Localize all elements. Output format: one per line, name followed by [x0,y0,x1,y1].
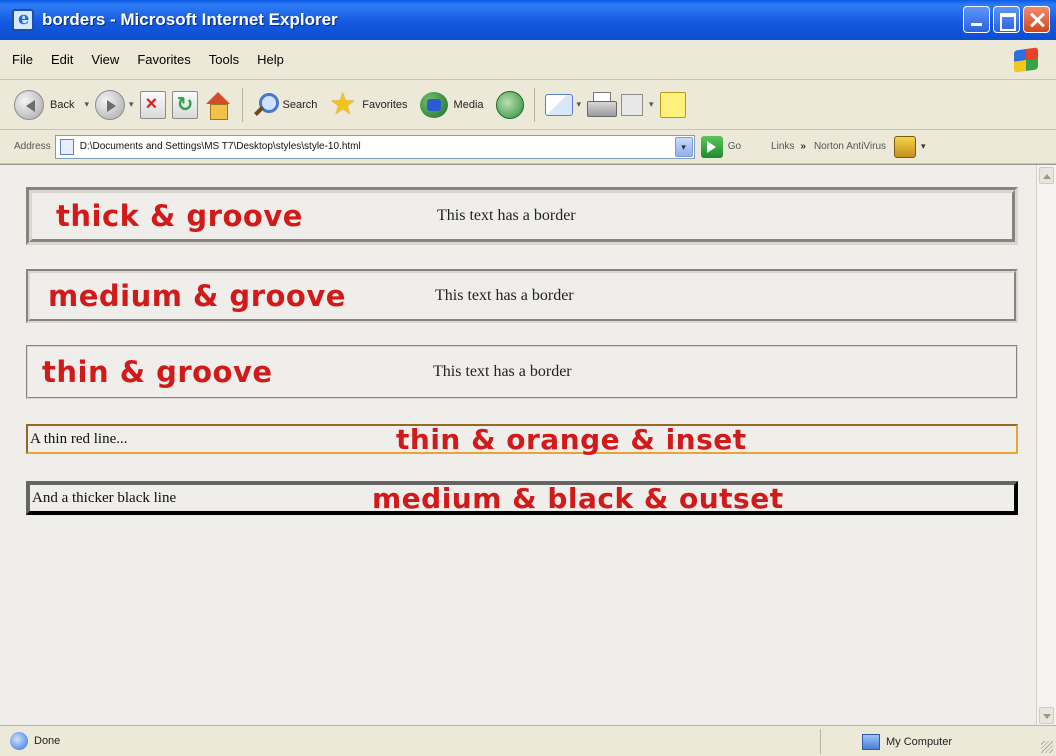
stop-icon[interactable] [139,90,166,119]
back-dropdown-icon[interactable]: ▾ [84,99,89,110]
standard-toolbar: Back ▾ ▾ Search ★ Favorites Media ▾ [0,80,1056,130]
black-outset-line: And a thicker black line medium & black … [26,481,1018,515]
media-label: Media [453,98,484,111]
box-heading: thin & groove [42,355,273,389]
menu-edit[interactable]: Edit [42,52,82,67]
status-divider [820,729,821,754]
history-icon[interactable] [495,90,524,119]
box-note: This text has a border [435,287,574,304]
line-heading: medium & black & outset [372,482,784,515]
edit-dropdown-icon[interactable]: ▾ [649,99,654,110]
window-controls [963,6,1050,33]
address-input[interactable]: D:\Documents and Settings\MS T7\Desktop\… [54,134,695,159]
line-text: A thin red line... [30,430,128,447]
favorites-label: Favorites [362,98,408,111]
search-button[interactable]: Search [253,92,324,117]
print-icon[interactable] [587,91,618,118]
links-chevron-icon[interactable]: » [800,141,806,152]
media-button[interactable]: Media [419,91,490,118]
line-heading: thin & orange & inset [396,423,747,456]
vertical-scrollbar[interactable] [1036,165,1056,726]
page-viewport: thick & groove This text has a border me… [0,164,1056,726]
maximize-button[interactable] [993,6,1020,33]
ie-window: borders - Microsoft Internet Explorer Fi… [0,0,1056,756]
title-bar[interactable]: borders - Microsoft Internet Explorer [0,0,1056,40]
status-bar: Done My Computer [0,725,1056,756]
thick-groove-box: thick & groove This text has a border [26,187,1018,245]
search-label: Search [282,98,318,111]
menu-view[interactable]: View [82,52,128,67]
minimize-button[interactable] [963,6,990,33]
toolbar-separator [533,87,535,122]
scroll-up-icon[interactable] [1039,167,1054,184]
thin-groove-box: thin & groove This text has a border [26,345,1018,399]
address-dropdown-icon[interactable]: ▾ [674,136,693,157]
norton-antivirus-label[interactable]: Norton AntiVirus [814,141,886,152]
address-url: D:\Documents and Settings\MS T7\Desktop\… [79,141,361,152]
mail-dropdown-icon[interactable]: ▾ [577,99,582,110]
go-arrow-icon[interactable] [700,135,723,158]
search-icon [253,92,279,117]
refresh-icon[interactable] [171,90,198,119]
edit-icon[interactable] [621,93,644,116]
box-note: This text has a border [433,363,572,380]
back-label: Back [50,98,75,111]
address-bar: Address D:\Documents and Settings\MS T7\… [0,130,1056,164]
mail-button[interactable]: ▾ [544,93,582,116]
norton-antivirus-icon[interactable] [894,135,917,158]
box-heading: thick & groove [56,199,303,233]
go-button[interactable]: Go [728,141,741,152]
window-title: borders - Microsoft Internet Explorer [42,10,338,29]
menu-file[interactable]: File [0,52,42,67]
home-icon[interactable] [204,91,232,120]
status-text: Done [34,735,61,747]
line-text: And a thicker black line [32,489,177,506]
links-label[interactable]: Links [771,141,794,152]
back-arrow-icon [14,89,44,120]
zone-label: My Computer [886,735,953,748]
favorites-button[interactable]: ★ Favorites [329,87,413,121]
forward-arrow-icon [95,89,125,120]
media-icon [419,91,448,118]
back-button[interactable]: Back ▾ [14,89,89,120]
messenger-note-icon[interactable] [659,91,686,118]
my-computer-icon [862,733,880,750]
security-zone[interactable]: My Computer [862,726,952,756]
mail-icon [544,93,573,116]
resize-grip-icon[interactable] [1041,741,1053,753]
internet-explorer-icon [12,8,34,31]
menu-favorites[interactable]: Favorites [128,52,199,67]
forward-button[interactable]: ▾ [95,89,134,120]
page-status-icon [10,732,28,750]
favorites-star-icon: ★ [329,87,357,121]
menu-bar: File Edit View Favorites Tools Help [0,40,1056,80]
menu-tools[interactable]: Tools [200,52,248,67]
forward-dropdown-icon[interactable]: ▾ [129,99,134,110]
windows-logo-icon [1014,47,1038,73]
scroll-down-icon[interactable] [1039,707,1054,724]
page-icon [59,138,74,155]
box-heading: medium & groove [48,279,346,313]
address-label: Address [14,141,51,152]
menu-help[interactable]: Help [248,52,293,67]
toolbar-separator [241,87,243,122]
medium-groove-box: medium & groove This text has a border [26,269,1018,323]
orange-inset-line: A thin red line... thin & orange & inset [26,423,1018,456]
norton-dropdown-icon[interactable]: ▾ [921,141,926,152]
box-note: This text has a border [437,207,576,224]
close-button[interactable] [1023,6,1050,33]
